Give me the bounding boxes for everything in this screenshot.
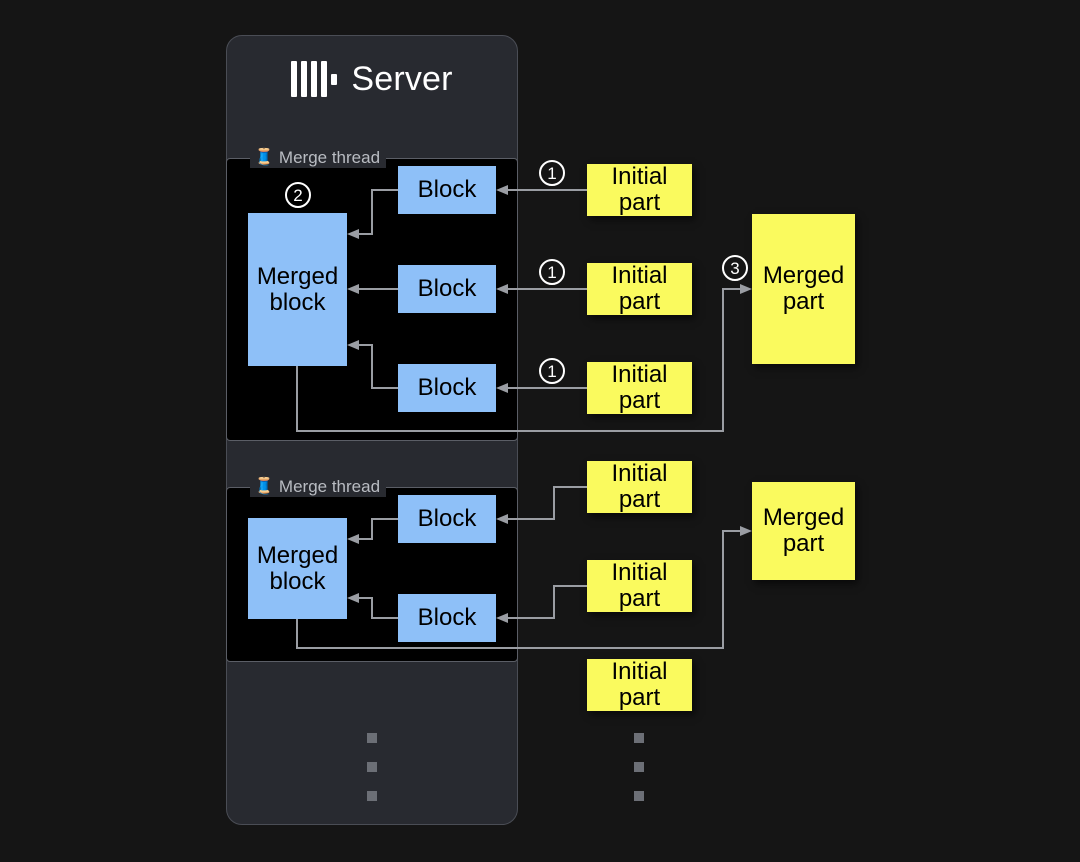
block-1-1: Block <box>398 166 496 214</box>
connector-lines <box>296 185 752 649</box>
block-1-2: Block <box>398 265 496 313</box>
initial-part-3: Initial part <box>587 362 692 414</box>
initial-part-1: Initial part <box>587 164 692 216</box>
ellipsis-dot <box>367 733 377 743</box>
block-2-1: Block <box>398 495 496 543</box>
merged-part-2: Merged part <box>752 482 855 580</box>
block-1-3: Block <box>398 364 496 412</box>
diagram-canvas: Server 🧵 Merge thread Merged block Block… <box>0 0 1080 862</box>
initial-part-2: Initial part <box>587 263 692 315</box>
step-badge-2: 2 <box>285 182 311 208</box>
merged-block-2: Merged block <box>248 518 347 619</box>
merge-thread-1-label-text: Merge thread <box>278 148 381 167</box>
initial-part-5: Initial part <box>587 560 692 612</box>
ellipsis-dot <box>634 733 644 743</box>
block-2-2: Block <box>398 594 496 642</box>
step-badge-3: 3 <box>722 255 748 281</box>
merged-part-1: Merged part <box>752 214 855 364</box>
clickhouse-logo-icon <box>291 61 338 97</box>
parts-ellipsis <box>634 733 644 801</box>
merge-thread-1-label: 🧵 Merge thread <box>250 148 387 168</box>
thread-spool-icon: 🧵 <box>254 149 274 166</box>
step-badge-1c: 1 <box>539 358 565 384</box>
server-title: Server <box>226 55 518 103</box>
step-badge-1a: 1 <box>539 160 565 186</box>
merge-thread-2-label-text: Merge thread <box>278 477 381 496</box>
initial-part-6: Initial part <box>587 659 692 711</box>
ellipsis-dot <box>367 762 377 772</box>
server-title-label: Server <box>351 59 453 98</box>
merge-thread-2-label: 🧵 Merge thread <box>250 477 387 497</box>
ellipsis-dot <box>634 791 644 801</box>
step-badge-1b: 1 <box>539 259 565 285</box>
server-ellipsis <box>367 733 377 801</box>
merged-block-1-label: Merged block <box>256 262 339 316</box>
initial-part-4: Initial part <box>587 461 692 513</box>
ellipsis-dot <box>367 791 377 801</box>
merged-block-2-label: Merged block <box>256 541 339 595</box>
merged-block-1: Merged block <box>248 213 347 366</box>
thread-spool-icon: 🧵 <box>254 478 274 495</box>
ellipsis-dot <box>634 762 644 772</box>
